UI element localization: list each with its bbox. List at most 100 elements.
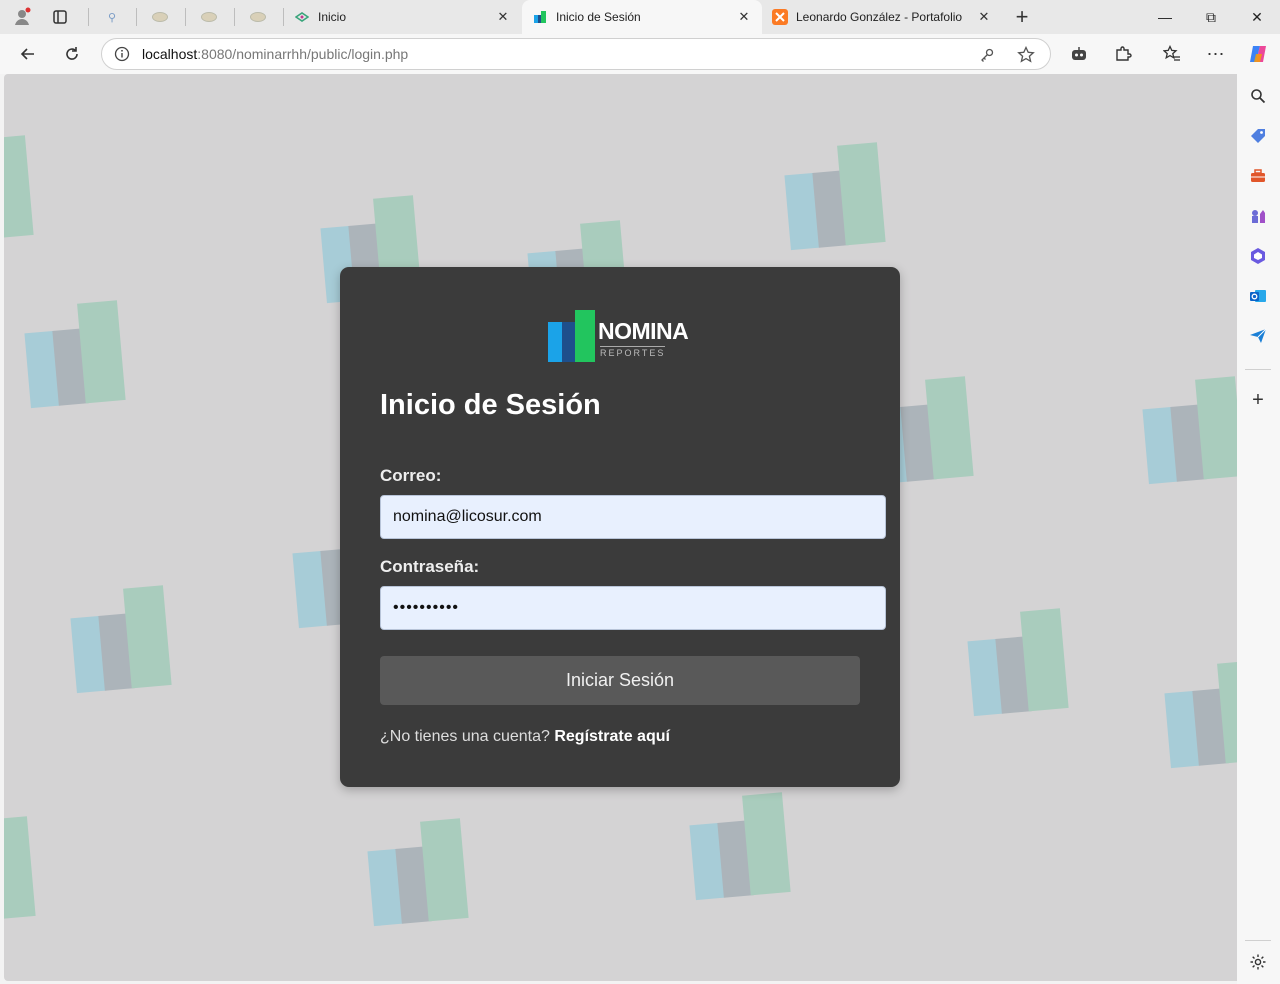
xampp-favicon-icon (772, 9, 788, 25)
sidebar-search-button[interactable] (1247, 85, 1269, 107)
tab-strip: ⚲ Inicio ✕ Inicio de Sesión ✕ Leonardo G… (0, 0, 1280, 34)
new-tab-button[interactable]: + (1008, 4, 1036, 30)
url-path: :8080/nominarrhh/public/login.php (197, 46, 409, 62)
nomina-favicon-icon (532, 9, 548, 25)
sidebar-outlook-button[interactable] (1247, 285, 1269, 307)
sidebar-games-button[interactable] (1247, 205, 1269, 227)
tab-title: Leonardo González - Portafolio (796, 10, 963, 24)
background-logo-mark (4, 806, 41, 924)
sidebar-send-button[interactable] (1247, 325, 1269, 347)
tab-inicio[interactable]: Inicio ✕ (284, 0, 521, 34)
settings-menu-button[interactable]: ⋯ (1200, 38, 1232, 70)
reload-button[interactable] (56, 38, 88, 70)
email-field[interactable]: nomina@licosur.com (380, 495, 886, 539)
arrow-left-icon (20, 48, 34, 60)
background-logo-mark (67, 575, 176, 694)
sidebar-separator (1245, 369, 1271, 370)
site-icon (250, 12, 266, 22)
close-icon[interactable]: ✕ (736, 9, 752, 25)
tab-title: Inicio (318, 10, 347, 24)
favorites-list-icon (1163, 45, 1180, 61)
nomina-logo: NOMINA REPORTES (548, 310, 693, 365)
restore-button[interactable]: ⧉ (1188, 0, 1234, 34)
sidebar-shopping-button[interactable] (1247, 125, 1269, 147)
pinned-tab-3[interactable] (244, 4, 272, 30)
minimize-button[interactable]: — (1142, 0, 1188, 34)
gear-icon (1250, 954, 1266, 970)
search-icon: ⚲ (107, 11, 117, 24)
key-icon[interactable] (976, 44, 998, 66)
tab-actions-icon (53, 10, 67, 24)
chess-icon (1252, 210, 1265, 223)
tab-inicio-de-sesion[interactable]: Inicio de Sesión ✕ (522, 0, 762, 34)
background-logo-mark (1139, 366, 1237, 485)
signup-link[interactable]: Regístrate aquí (554, 728, 670, 745)
back-button[interactable] (12, 38, 44, 70)
login-button[interactable]: Iniciar Sesión (380, 656, 860, 705)
sidebar-settings-button[interactable] (1247, 951, 1269, 973)
favorites-button[interactable] (1156, 38, 1188, 70)
puzzle-icon (1116, 46, 1132, 61)
nomina-logo-mark-icon (548, 310, 598, 362)
minimize-icon: — (1158, 9, 1172, 25)
url-text[interactable]: localhost:8080/nominarrhh/public/login.p… (142, 46, 408, 62)
page-viewport: NOMINA REPORTES Inicio de Sesión Correo:… (4, 74, 1237, 981)
tab-actions-button[interactable] (46, 4, 74, 30)
inicio-favicon-icon (294, 9, 310, 25)
paper-plane-icon (1250, 328, 1267, 343)
reload-icon (66, 47, 78, 60)
logo-wordmark: NOMINA (598, 318, 689, 344)
email-label: Correo: (380, 466, 442, 485)
background-logo-mark (964, 598, 1073, 717)
plus-icon: + (1015, 4, 1029, 29)
address-bar[interactable]: localhost:8080/nominarrhh/public/login.p… (101, 38, 1051, 70)
restore-icon: ⧉ (1206, 8, 1216, 25)
navigation-toolbar: localhost:8080/nominarrhh/public/login.p… (0, 34, 1280, 74)
tab-separator (136, 8, 137, 26)
pinned-tab-1[interactable] (146, 4, 174, 30)
background-logo-mark (364, 808, 473, 927)
tab-title: Inicio de Sesión (556, 10, 641, 24)
more-icon: ⋯ (1206, 43, 1226, 64)
background-logo-mark (21, 290, 130, 409)
favorite-star-icon[interactable] (1015, 44, 1037, 66)
copilot-button[interactable] (1242, 38, 1274, 70)
signup-prompt: ¿No tienes una cuenta? (380, 728, 550, 745)
close-window-button[interactable]: ✕ (1234, 0, 1280, 34)
toolbox-icon (1251, 169, 1265, 182)
site-icon (201, 12, 217, 22)
tab-separator (88, 8, 89, 26)
copilot-icon (1250, 46, 1266, 62)
sidebar-m365-button[interactable] (1247, 245, 1269, 267)
tab-portafolio[interactable]: Leonardo González - Portafolio ✕ (762, 0, 1002, 34)
site-icon (152, 12, 168, 22)
edge-sidebar: + (1237, 74, 1280, 984)
logo-subtitle: REPORTES (600, 346, 666, 358)
bot-icon (1072, 47, 1086, 60)
signup-text: ¿No tienes una cuenta? Regístrate aquí (380, 728, 670, 746)
microsoft365-icon (1251, 248, 1265, 264)
password-label: Contraseña: (380, 557, 480, 576)
login-card: NOMINA REPORTES Inicio de Sesión Correo:… (340, 267, 900, 787)
sidebar-separator (1245, 940, 1271, 941)
close-icon[interactable]: ✕ (495, 9, 511, 25)
copilot-mode-button[interactable] (1063, 38, 1095, 70)
page-title: Inicio de Sesión (380, 389, 601, 421)
password-field[interactable]: •••••••••• (380, 586, 886, 630)
tab-separator (234, 8, 235, 26)
tab-separator (185, 8, 186, 26)
background-logo-mark (686, 782, 795, 901)
close-icon[interactable]: ✕ (976, 9, 992, 25)
sidebar-tools-button[interactable] (1247, 165, 1269, 187)
outlook-icon (1250, 290, 1266, 302)
extensions-button[interactable] (1107, 38, 1139, 70)
pinned-tab-2[interactable] (195, 4, 223, 30)
info-icon[interactable] (102, 46, 142, 62)
tag-icon (1251, 129, 1265, 143)
background-logo-mark (4, 125, 39, 243)
profile-button[interactable] (8, 4, 36, 30)
background-logo-mark (1161, 650, 1237, 769)
sidebar-add-button[interactable]: + (1247, 389, 1269, 411)
url-host: localhost (142, 46, 198, 62)
pinned-tab-search[interactable]: ⚲ (98, 4, 126, 30)
